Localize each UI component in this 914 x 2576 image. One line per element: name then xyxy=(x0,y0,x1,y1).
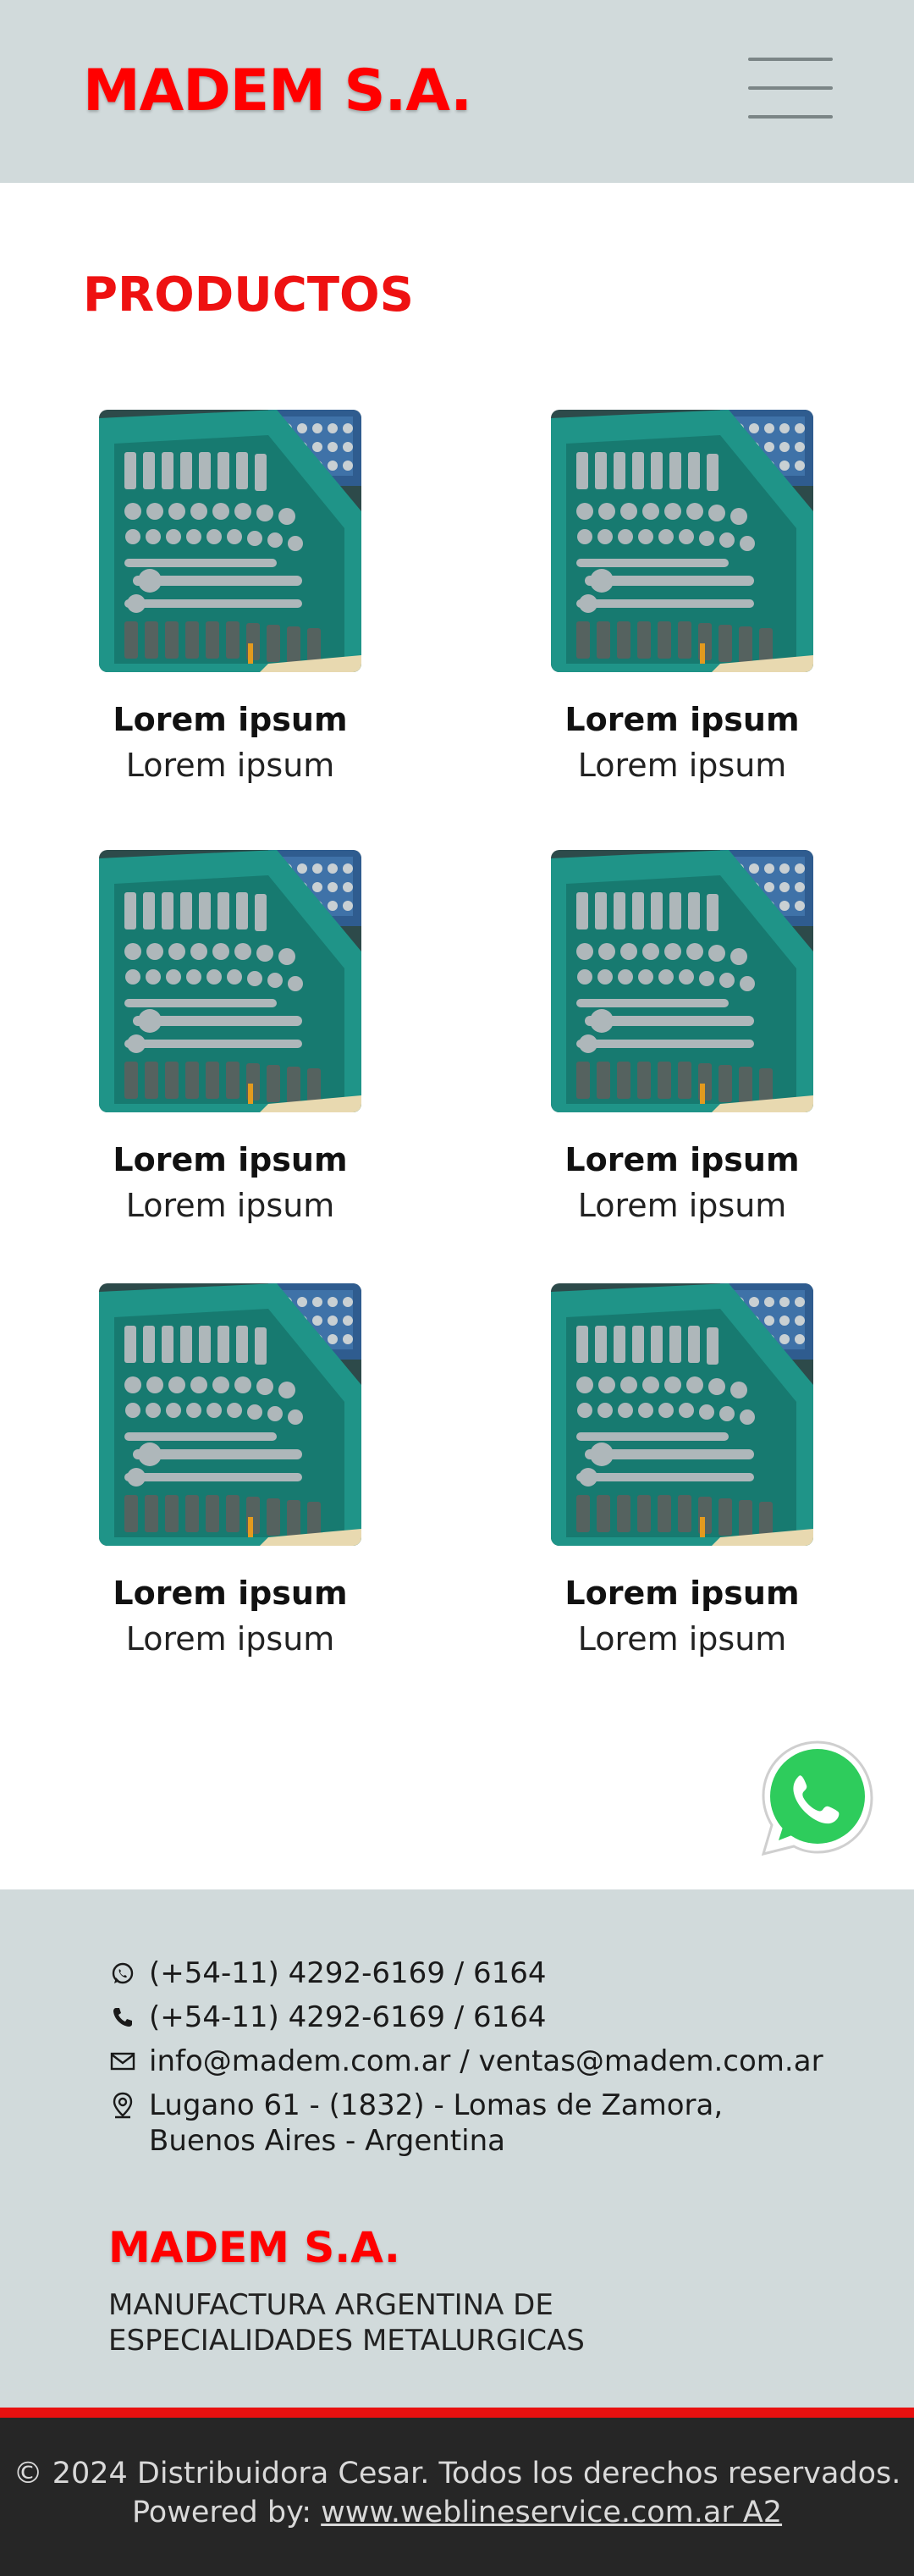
whatsapp-icon xyxy=(108,1955,137,1991)
whatsapp-float-button[interactable] xyxy=(758,1739,877,1857)
brand-logo[interactable]: MADEM S.A. xyxy=(83,58,472,124)
product-image[interactable] xyxy=(99,850,361,1112)
mail-icon xyxy=(108,2044,137,2079)
contact-phone-number: (+54-11) 4292-6169 / 6164 xyxy=(149,2000,547,2034)
product-card[interactable]: Lorem ipsum Lorem ipsum xyxy=(52,1283,408,1658)
contact-email[interactable]: info@madem.com.ar / ventas@madem.com.ar xyxy=(108,2044,823,2079)
footer-tagline: MANUFACTURA ARGENTINA DE ESPECIALIDADES … xyxy=(108,2287,701,2358)
hamburger-menu-icon xyxy=(748,58,833,61)
contact-address-text: Lugano 61 - (1832) - Lomas de Zamora, Bu… xyxy=(149,2088,723,2159)
product-card[interactable]: Lorem ipsum Lorem ipsum xyxy=(504,1283,860,1658)
product-subtitle: Lorem ipsum xyxy=(577,1187,787,1224)
product-image[interactable] xyxy=(551,410,813,672)
footer-brand-logo[interactable]: MADEM S.A. xyxy=(108,2223,400,2272)
product-name[interactable]: Lorem ipsum xyxy=(52,1141,408,1178)
site-header: MADEM S.A. xyxy=(0,0,914,183)
product-name[interactable]: Lorem ipsum xyxy=(52,701,408,738)
copyright-text: © 2024 Distribuidora Cesar. Todos los de… xyxy=(13,2457,901,2491)
location-pin-icon xyxy=(108,2088,137,2123)
powered-by-link[interactable]: www.weblineservice.com.ar A2 xyxy=(321,2496,782,2529)
product-image[interactable] xyxy=(99,410,361,672)
product-name[interactable]: Lorem ipsum xyxy=(504,1575,860,1612)
product-subtitle: Lorem ipsum xyxy=(125,1620,335,1658)
product-card[interactable]: Lorem ipsum Lorem ipsum xyxy=(52,850,408,1224)
product-card[interactable]: Lorem ipsum Lorem ipsum xyxy=(504,410,860,784)
phone-icon xyxy=(108,2000,137,2035)
product-image[interactable] xyxy=(99,1283,361,1546)
hamburger-menu-button[interactable] xyxy=(748,54,833,122)
tagline-line-2: ESPECIALIDADES METALURGICAS xyxy=(108,2324,585,2358)
hamburger-menu-icon xyxy=(748,115,833,119)
address-line-2: Buenos Aires - Argentina xyxy=(149,2124,505,2158)
hamburger-menu-icon xyxy=(748,86,833,90)
footer-divider xyxy=(0,2408,914,2418)
product-image[interactable] xyxy=(551,850,813,1112)
address-line-1: Lugano 61 - (1832) - Lomas de Zamora, xyxy=(149,2088,724,2122)
product-card[interactable]: Lorem ipsum Lorem ipsum xyxy=(52,410,408,784)
product-name[interactable]: Lorem ipsum xyxy=(504,701,860,738)
contact-email-address: info@madem.com.ar / ventas@madem.com.ar xyxy=(149,2044,823,2078)
product-card[interactable]: Lorem ipsum Lorem ipsum xyxy=(504,850,860,1224)
product-subtitle: Lorem ipsum xyxy=(125,1187,335,1224)
contact-whatsapp-number: (+54-11) 4292-6169 / 6164 xyxy=(149,1956,547,1990)
contact-phone[interactable]: (+54-11) 4292-6169 / 6164 xyxy=(108,2000,547,2035)
product-name[interactable]: Lorem ipsum xyxy=(504,1141,860,1178)
product-name[interactable]: Lorem ipsum xyxy=(52,1575,408,1612)
product-subtitle: Lorem ipsum xyxy=(125,747,335,784)
contact-address[interactable]: Lugano 61 - (1832) - Lomas de Zamora, Bu… xyxy=(108,2088,723,2159)
contact-whatsapp[interactable]: (+54-11) 4292-6169 / 6164 xyxy=(108,1955,547,1991)
tagline-line-1: MANUFACTURA ARGENTINA DE xyxy=(108,2288,553,2322)
product-subtitle: Lorem ipsum xyxy=(577,747,787,784)
powered-by: Powered by: www.weblineservice.com.ar A2 xyxy=(0,2496,914,2529)
powered-by-label: Powered by: xyxy=(131,2496,322,2529)
product-subtitle: Lorem ipsum xyxy=(577,1620,787,1658)
whatsapp-icon xyxy=(761,1740,873,1856)
copyright-bar: © 2024 Distribuidora Cesar. Todos los de… xyxy=(0,2418,914,2576)
product-image[interactable] xyxy=(551,1283,813,1546)
page-title: PRODUCTOS xyxy=(83,268,414,323)
